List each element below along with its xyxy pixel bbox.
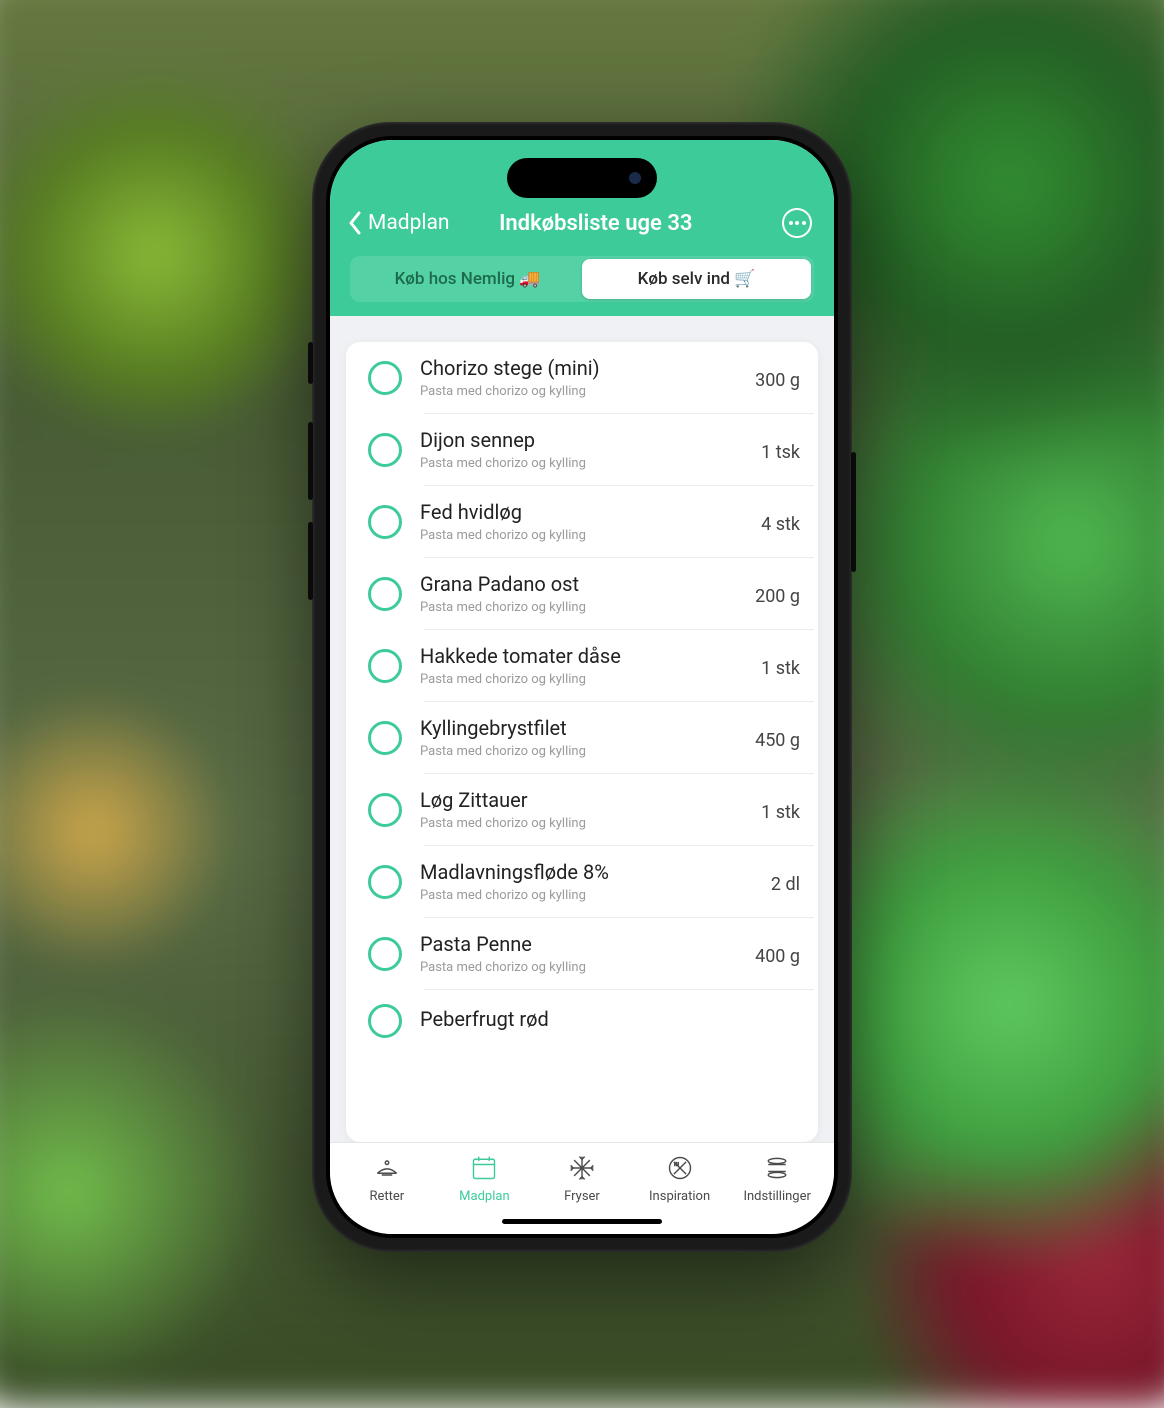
power-button [851,452,856,572]
indstillinger-icon [762,1153,792,1183]
tab-label: Indstillinger [743,1189,810,1204]
check-circle-icon[interactable] [368,649,402,683]
item-name: Pasta Penne [420,932,737,956]
fryser-icon [567,1153,597,1183]
item-text: Peberfrugt rød [420,1007,800,1035]
page-title: Indkøbsliste uge 33 [410,211,782,236]
list-item[interactable]: Peberfrugt rød [346,990,818,1038]
list-item[interactable]: Hakkede tomater dåse Pasta med chorizo o… [346,630,818,701]
retter-icon [372,1153,402,1183]
inspiration-icon [665,1153,695,1183]
item-text: Pasta Penne Pasta med chorizo og kylling [420,932,737,975]
item-quantity: 400 g [755,940,800,967]
check-circle-icon[interactable] [368,721,402,755]
list-item[interactable]: Chorizo stege (mini) Pasta med chorizo o… [346,342,818,413]
list-container: Chorizo stege (mini) Pasta med chorizo o… [330,316,834,1142]
item-subtitle: Pasta med chorizo og kylling [420,456,743,471]
item-subtitle: Pasta med chorizo og kylling [420,528,743,543]
check-circle-icon[interactable] [368,577,402,611]
check-circle-icon[interactable] [368,433,402,467]
item-text: Grana Padano ost Pasta med chorizo og ky… [420,572,737,615]
item-subtitle: Pasta med chorizo og kylling [420,600,737,615]
item-quantity: 300 g [755,364,800,391]
home-indicator [502,1219,662,1224]
item-subtitle: Pasta med chorizo og kylling [420,744,737,759]
item-name: Kyllingebrystfilet [420,716,737,740]
item-text: Kyllingebrystfilet Pasta med chorizo og … [420,716,737,759]
dynamic-island [507,158,657,198]
item-subtitle: Pasta med chorizo og kylling [420,960,737,975]
item-name: Grana Padano ost [420,572,737,596]
item-text: Løg Zittauer Pasta med chorizo og kyllin… [420,788,743,831]
tab-madplan[interactable]: Madplan [436,1153,534,1204]
item-text: Fed hvidløg Pasta med chorizo og kylling [420,500,743,543]
tab-label: Inspiration [649,1189,710,1204]
list-item[interactable]: Madlavningsfløde 8% Pasta med chorizo og… [346,846,818,917]
volume-up-button [308,422,313,500]
item-subtitle: Pasta med chorizo og kylling [420,888,753,903]
item-quantity: 1 stk [761,652,800,679]
item-name: Peberfrugt rød [420,1007,800,1031]
item-text: Chorizo stege (mini) Pasta med chorizo o… [420,356,737,399]
item-subtitle: Pasta med chorizo og kylling [420,384,737,399]
more-icon [789,221,806,225]
item-quantity: 1 stk [761,796,800,823]
phone-frame: Madplan Indkøbsliste uge 33 Køb hos Neml… [312,122,852,1252]
item-text: Hakkede tomater dåse Pasta med chorizo o… [420,644,743,687]
check-circle-icon[interactable] [368,1004,402,1038]
more-button[interactable] [782,208,812,238]
item-name: Dijon sennep [420,428,743,452]
segment-nemlig[interactable]: Køb hos Nemlig 🚚 [353,259,582,299]
purchase-mode-segment: Køb hos Nemlig 🚚 Køb selv ind 🛒 [350,256,814,302]
list-item[interactable]: Fed hvidløg Pasta med chorizo og kylling… [346,486,818,557]
madplan-icon [469,1153,499,1183]
tab-fryser[interactable]: Fryser [533,1153,631,1204]
check-circle-icon[interactable] [368,361,402,395]
item-quantity: 450 g [755,724,800,751]
list-item[interactable]: Dijon sennep Pasta med chorizo og kyllin… [346,414,818,485]
item-subtitle: Pasta med chorizo og kylling [420,672,743,687]
item-name: Chorizo stege (mini) [420,356,737,380]
item-quantity: 2 dl [771,868,800,895]
item-quantity: 200 g [755,580,800,607]
phone-screen: Madplan Indkøbsliste uge 33 Køb hos Neml… [330,140,834,1234]
item-subtitle: Pasta med chorizo og kylling [420,816,743,831]
item-text: Dijon sennep Pasta med chorizo og kyllin… [420,428,743,471]
item-quantity: 4 stk [761,508,800,535]
volume-down-button [308,522,313,600]
chevron-left-icon [348,211,362,235]
list-item[interactable]: Løg Zittauer Pasta med chorizo og kyllin… [346,774,818,845]
item-name: Madlavningsfløde 8% [420,860,753,884]
check-circle-icon[interactable] [368,937,402,971]
tab-indstillinger[interactable]: Indstillinger [728,1153,826,1204]
check-circle-icon[interactable] [368,793,402,827]
list-item[interactable]: Pasta Penne Pasta med chorizo og kylling… [346,918,818,989]
item-quantity: 1 tsk [761,436,800,463]
tab-label: Retter [369,1189,404,1204]
tab-label: Fryser [564,1189,600,1204]
segment-self[interactable]: Køb selv ind 🛒 [582,259,811,299]
item-name: Hakkede tomater dåse [420,644,743,668]
item-name: Fed hvidløg [420,500,743,524]
check-circle-icon[interactable] [368,505,402,539]
list-item[interactable]: Grana Padano ost Pasta med chorizo og ky… [346,558,818,629]
tab-label: Madplan [459,1189,509,1204]
mute-switch [308,342,313,384]
list-item[interactable]: Kyllingebrystfilet Pasta med chorizo og … [346,702,818,773]
tab-inspiration[interactable]: Inspiration [631,1153,729,1204]
shopping-list-card: Chorizo stege (mini) Pasta med chorizo o… [346,342,818,1142]
check-circle-icon[interactable] [368,865,402,899]
item-text: Madlavningsfløde 8% Pasta med chorizo og… [420,860,753,903]
item-name: Løg Zittauer [420,788,743,812]
tab-retter[interactable]: Retter [338,1153,436,1204]
